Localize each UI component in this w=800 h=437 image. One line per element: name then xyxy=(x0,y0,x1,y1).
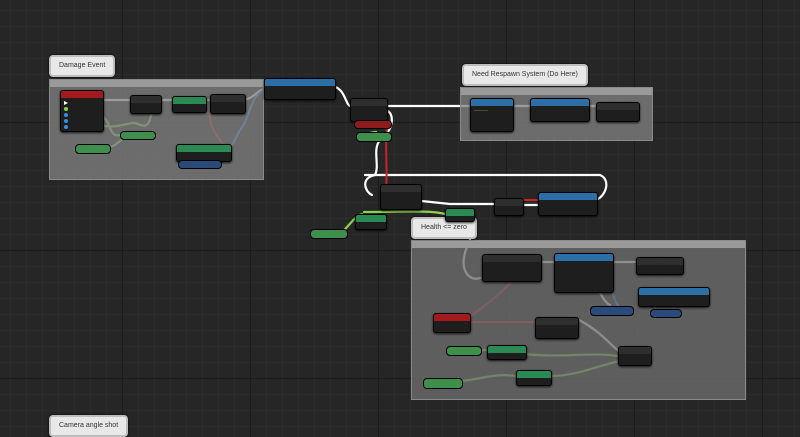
node-header xyxy=(351,99,387,106)
float-variable[interactable] xyxy=(423,378,463,389)
node-header xyxy=(531,99,589,106)
node-header xyxy=(483,255,541,262)
node-header xyxy=(517,371,551,378)
object-variable[interactable] xyxy=(590,306,634,316)
pin[interactable] xyxy=(64,118,68,123)
bool-variable[interactable] xyxy=(354,120,392,129)
gate-node[interactable] xyxy=(482,254,542,282)
set-actor-location-node[interactable] xyxy=(618,346,652,366)
node-header xyxy=(131,96,161,103)
spawn-actor-node[interactable] xyxy=(530,98,590,122)
comment-title-damage-event[interactable]: Damage Event xyxy=(49,55,116,77)
less-equal-node[interactable] xyxy=(445,208,475,222)
branch-node[interactable] xyxy=(210,94,246,114)
branch-node-mid[interactable] xyxy=(380,184,422,210)
node-header xyxy=(173,97,206,104)
node-header xyxy=(434,314,470,321)
respawn-timeline-node[interactable]: ~~~~~~ xyxy=(470,98,514,132)
node-pins xyxy=(61,98,103,131)
comment-title-respawn-system[interactable]: Need Respawn System (Do Here) xyxy=(462,64,588,86)
node-header xyxy=(446,209,474,216)
node-header xyxy=(265,79,335,86)
cast-node[interactable] xyxy=(264,78,336,100)
float-variable[interactable] xyxy=(75,144,111,154)
subtract-node[interactable] xyxy=(172,96,207,113)
make-vector-node[interactable] xyxy=(516,370,552,386)
node-header xyxy=(61,91,103,98)
node-header xyxy=(539,193,597,200)
object-variable[interactable] xyxy=(650,309,682,318)
event-dead-node[interactable] xyxy=(433,313,471,333)
comment-title-camera-angle[interactable]: Camera angle shot xyxy=(49,415,129,437)
comment-box-header xyxy=(461,88,652,95)
comment-box-header xyxy=(412,241,745,248)
node-body: ~~~~~~ xyxy=(474,108,489,113)
event-any-damage-node[interactable] xyxy=(60,90,104,132)
variable-getter[interactable] xyxy=(178,160,222,169)
pin[interactable] xyxy=(64,106,68,111)
set-view-target-node[interactable] xyxy=(554,253,614,293)
float-variable[interactable] xyxy=(446,346,482,356)
node-header xyxy=(555,254,613,261)
comment-box-header xyxy=(50,80,263,87)
float-variable[interactable] xyxy=(310,229,348,239)
pin[interactable] xyxy=(64,124,68,129)
print-string-node[interactable] xyxy=(636,257,684,275)
pin[interactable] xyxy=(64,112,68,117)
set-timer-node[interactable] xyxy=(638,287,710,307)
sequence-node[interactable] xyxy=(350,98,388,122)
do-once-node[interactable] xyxy=(494,198,524,216)
node-header xyxy=(597,103,639,110)
float-variable[interactable] xyxy=(120,131,156,140)
node-header xyxy=(177,145,231,152)
possess-node[interactable] xyxy=(596,102,640,122)
float-variable[interactable] xyxy=(356,132,392,142)
node-header xyxy=(619,347,651,354)
custom-event-node[interactable] xyxy=(538,192,598,216)
node-header xyxy=(471,99,513,106)
multiply-node[interactable] xyxy=(487,345,527,360)
node-header xyxy=(639,288,709,295)
node-header xyxy=(536,318,578,325)
node-header xyxy=(637,258,683,265)
node-header xyxy=(211,95,245,102)
set-health-node[interactable] xyxy=(130,95,162,114)
exec-pin[interactable] xyxy=(64,100,68,105)
node-header xyxy=(495,199,523,206)
delay-node[interactable] xyxy=(535,317,579,339)
node-header xyxy=(381,185,421,192)
node-header xyxy=(488,346,526,353)
node-header xyxy=(356,215,386,222)
compare-node[interactable] xyxy=(355,214,387,230)
